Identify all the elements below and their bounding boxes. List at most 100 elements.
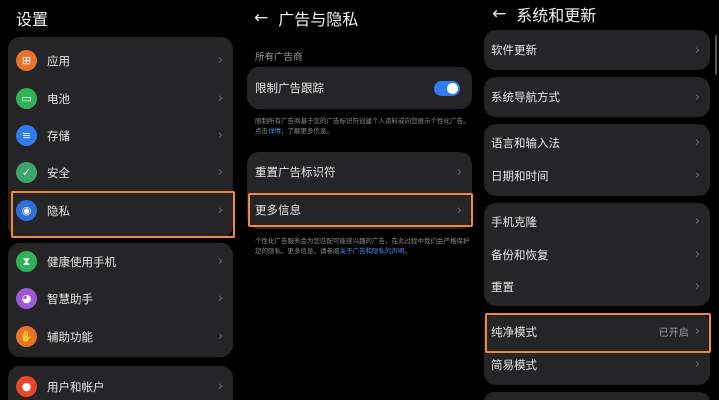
- settings-group-3: ● 用户和帐户 ›: [8, 366, 233, 400]
- reset-ad-id-label: 重置广告标识符: [255, 165, 336, 179]
- software-update-row[interactable]: 软件更新 ›: [484, 30, 710, 70]
- chevron-right-icon: ›: [217, 91, 223, 106]
- section-label: 所有广告商: [255, 52, 303, 63]
- item-label: 应用: [47, 53, 70, 68]
- back-arrow-icon[interactable]: ←: [492, 5, 506, 23]
- personalized-ads-note: 个性化广告服务会为您匹配可能感兴趣的广告，在此过程中我们会严格保护您的隐私。更多…: [255, 236, 470, 256]
- settings-group-1: ⊞ 应用 › ▭ 电池 › ≡ 存储 › ✓ 安全 › ◉ 隐私 ›: [8, 37, 233, 238]
- simple-mode-row[interactable]: 简易模式 ›: [484, 348, 710, 381]
- reset-row[interactable]: 重置 ›: [484, 270, 710, 303]
- item-label: 电池: [47, 91, 70, 106]
- page-title: 系统和更新: [516, 6, 597, 25]
- header: ← 系统和更新: [492, 2, 596, 26]
- sidebar-item-privacy[interactable]: ◉ 隐私 ›: [8, 194, 233, 227]
- more-info-label: 更多信息: [255, 203, 301, 217]
- hourglass-icon: ⧗: [16, 251, 37, 272]
- chevron-right-icon: ›: [217, 165, 223, 180]
- row-label: 纯净模式: [491, 324, 537, 339]
- chevron-right-icon: ›: [456, 202, 462, 218]
- ads-privacy-statement-link[interactable]: 关于广告和隐私的声明: [340, 247, 405, 255]
- phone-clone-row[interactable]: 手机克隆 ›: [484, 205, 710, 238]
- reset-ad-id-row[interactable]: 重置广告标识符 ›: [247, 154, 472, 190]
- shield-check-icon: ✓: [16, 162, 37, 183]
- ads-privacy-panel: ← 广告与隐私 所有广告商 限制广告跟踪 限制所有广告商基于您的广告标识符创建个…: [240, 0, 480, 400]
- item-label: 用户和帐户: [47, 379, 105, 394]
- sidebar-item-digital-balance[interactable]: ⧗ 健康使用手机 ›: [8, 245, 233, 278]
- chevron-right-icon: ›: [694, 135, 700, 150]
- limit-tracking-note: 限制所有广告商基于您的广告标识符创建个人资料或向您展示个性化广告。点击详情，了解…: [255, 116, 470, 136]
- pure-mode-status: 已开启: [658, 328, 689, 339]
- item-label: 辅助功能: [47, 329, 93, 344]
- page-title: 设置: [16, 10, 49, 29]
- scrollbar[interactable]: [715, 35, 717, 75]
- language-input-row[interactable]: 语言和输入法 ›: [484, 126, 710, 159]
- pure-mode-row[interactable]: 纯净模式 已开启 ›: [484, 315, 710, 348]
- assistant-icon: ◕: [16, 288, 37, 309]
- backup-restore-row[interactable]: 备份和恢复 ›: [484, 238, 710, 271]
- sidebar-item-users[interactable]: ● 用户和帐户 ›: [8, 370, 233, 400]
- item-label: 安全: [47, 165, 70, 180]
- navigation-mode-row[interactable]: 系统导航方式 ›: [484, 77, 710, 117]
- chevron-right-icon: ›: [217, 53, 223, 68]
- chevron-right-icon: ›: [694, 357, 700, 372]
- privacy-shield-icon: ◉: [16, 200, 37, 221]
- group-software-update: 软件更新 ›: [484, 30, 710, 70]
- row-label: 重置: [491, 279, 514, 294]
- chevron-right-icon: ›: [217, 254, 223, 269]
- limit-tracking-card: 限制广告跟踪: [247, 67, 472, 109]
- item-label: 存储: [47, 128, 70, 143]
- row-label: 系统导航方式: [491, 90, 560, 104]
- settings-panel: 设置 ⊞ 应用 › ▭ 电池 › ≡ 存储 › ✓ 安全 › ◉ 隐私 › ⧗ …: [0, 0, 240, 400]
- ad-actions-card: 重置广告标识符 › 更多信息 ›: [247, 152, 472, 229]
- group-next: [484, 392, 710, 400]
- sidebar-item-apps[interactable]: ⊞ 应用 ›: [8, 44, 233, 77]
- chevron-right-icon: ›: [694, 324, 700, 339]
- chevron-right-icon: ›: [694, 247, 700, 262]
- chevron-right-icon: ›: [217, 291, 223, 306]
- sidebar-item-accessibility[interactable]: ✋ 辅助功能 ›: [8, 320, 233, 353]
- row-label: 手机克隆: [491, 214, 537, 229]
- chevron-right-icon: ›: [217, 128, 223, 143]
- chevron-right-icon: ›: [217, 379, 223, 394]
- sidebar-item-storage[interactable]: ≡ 存储 ›: [8, 119, 233, 152]
- row-label: 软件更新: [491, 43, 537, 57]
- row-label: 日期和时间: [491, 168, 549, 183]
- chevron-right-icon: ›: [694, 279, 700, 294]
- sidebar-item-assistant[interactable]: ◕ 智慧助手 ›: [8, 282, 233, 315]
- apps-icon: ⊞: [16, 50, 37, 71]
- back-arrow-icon[interactable]: ←: [254, 9, 268, 27]
- page-title: 广告与隐私: [278, 10, 359, 29]
- date-time-row[interactable]: 日期和时间 ›: [484, 159, 710, 192]
- chevron-right-icon: ›: [217, 329, 223, 344]
- storage-icon: ≡: [16, 125, 37, 146]
- item-label: 智慧助手: [47, 291, 93, 306]
- details-link[interactable]: 详情: [268, 127, 281, 135]
- toggle-knob: [447, 82, 458, 94]
- limit-tracking-row[interactable]: 限制广告跟踪: [247, 67, 472, 109]
- battery-icon: ▭: [16, 88, 37, 109]
- system-update-panel: ← 系统和更新 软件更新 › 系统导航方式 › 语言和输入法 › 日期和时间 ›…: [480, 0, 719, 400]
- accessibility-icon: ✋: [16, 326, 37, 347]
- note-text-tail: ，了解更多信息。: [281, 127, 333, 135]
- group-clone-backup-reset: 手机克隆 › 备份和恢复 › 重置 ›: [484, 203, 710, 306]
- chevron-right-icon: ›: [217, 203, 223, 218]
- group-language-date: 语言和输入法 › 日期和时间 ›: [484, 124, 710, 196]
- row-label: 语言和输入法: [491, 135, 560, 150]
- chevron-right-icon: ›: [694, 168, 700, 183]
- chevron-right-icon: ›: [694, 214, 700, 229]
- sidebar-item-security[interactable]: ✓ 安全 ›: [8, 156, 233, 189]
- settings-group-2: ⧗ 健康使用手机 › ◕ 智慧助手 › ✋ 辅助功能 ›: [8, 243, 233, 357]
- sidebar-item-battery[interactable]: ▭ 电池 ›: [8, 82, 233, 115]
- chevron-right-icon: ›: [456, 164, 462, 180]
- row-label: 简易模式: [491, 357, 537, 372]
- item-label: 健康使用手机: [47, 254, 116, 269]
- chevron-right-icon: ›: [694, 89, 700, 105]
- note-text-tail: 。: [404, 247, 412, 255]
- row-label: 备份和恢复: [491, 247, 549, 262]
- header: ← 广告与隐私: [254, 6, 358, 30]
- item-label: 隐私: [47, 203, 70, 218]
- user-icon: ●: [16, 376, 37, 397]
- more-info-row[interactable]: 更多信息 ›: [247, 192, 472, 228]
- group-navigation: 系统导航方式 ›: [484, 77, 710, 117]
- limit-tracking-toggle[interactable]: [434, 80, 460, 96]
